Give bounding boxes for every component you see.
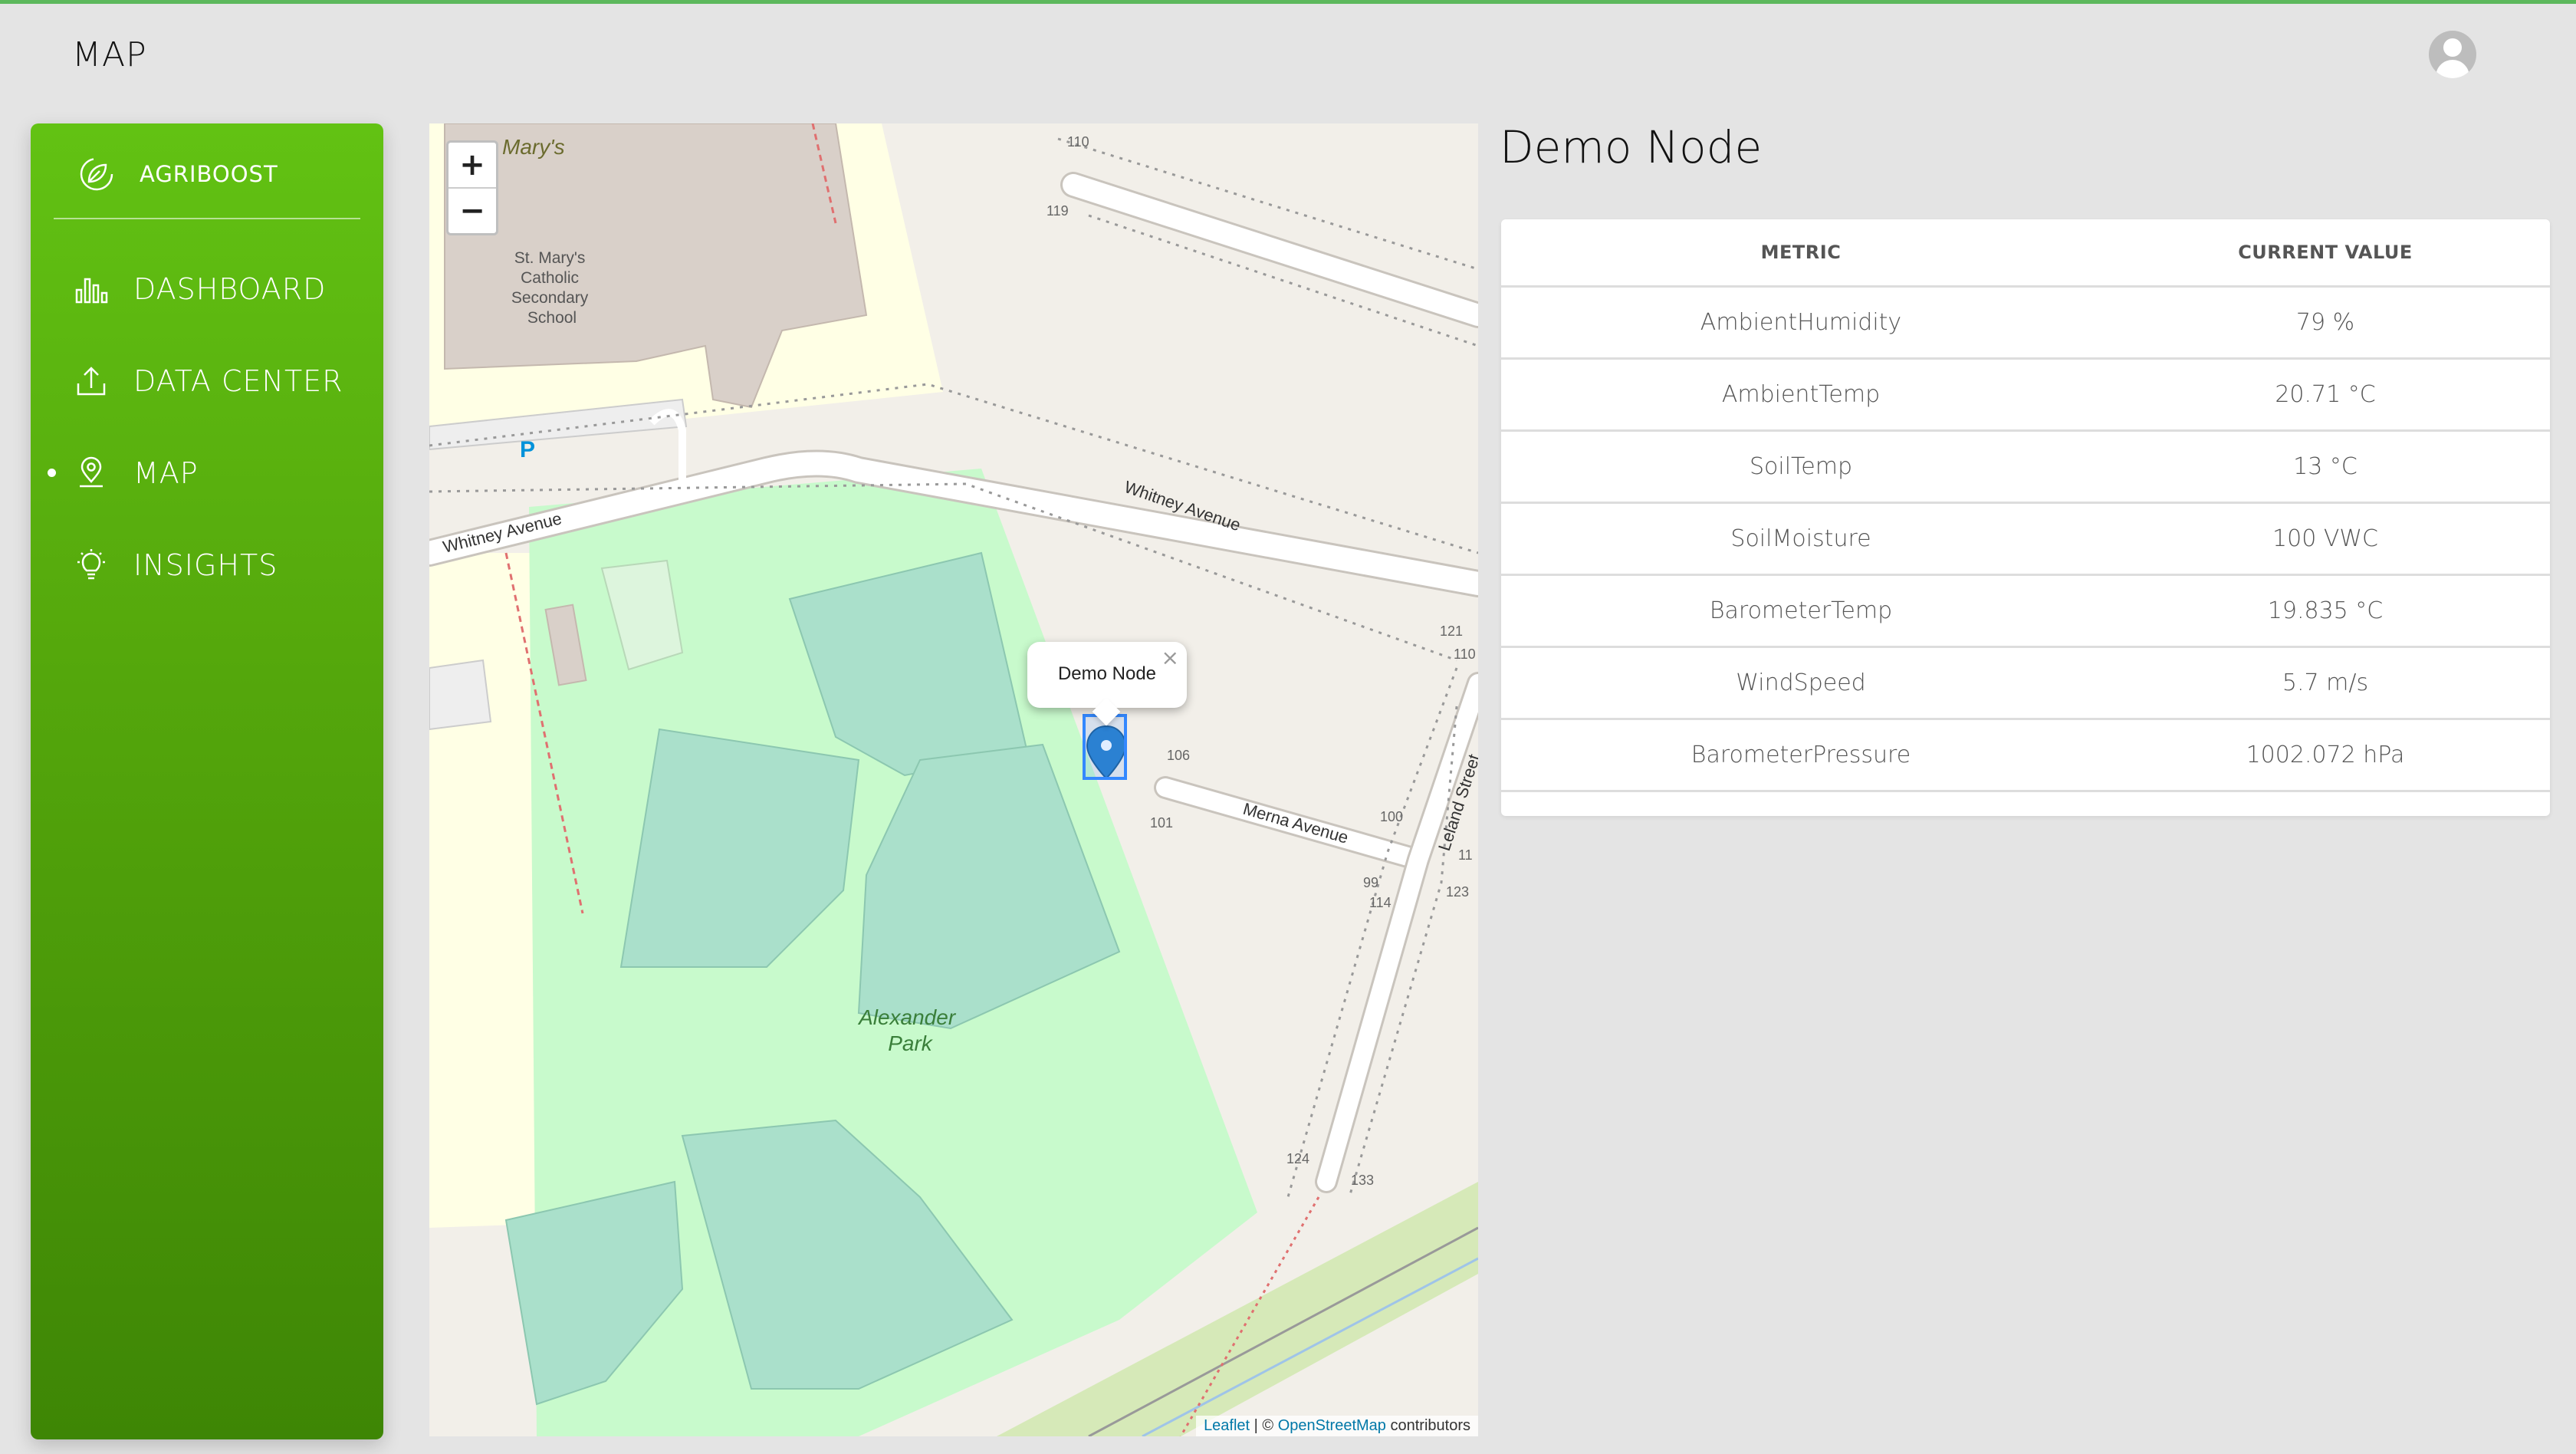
metric-name: BarometerTemp — [1501, 574, 2101, 648]
metric-name: SoilMoisture — [1501, 502, 2101, 576]
top-accent-line — [0, 0, 2576, 4]
metric-name: BarometerPressure — [1501, 719, 2101, 792]
popup-close-button[interactable]: × — [1162, 645, 1179, 670]
metrics-card: METRIC CURRENT VALUE AmbientHumidity 79 %… — [1501, 219, 2550, 816]
house-number: 110 — [1454, 646, 1476, 662]
map-pin-icon — [80, 456, 103, 488]
metric-name: AmbientTemp — [1501, 358, 2101, 432]
bar-chart-icon — [75, 278, 108, 304]
column-header-value: CURRENT VALUE — [2101, 219, 2550, 288]
map-view[interactable]: St. Mary's Catholic Secondary School Mar… — [429, 123, 1478, 1436]
house-number: 119 — [1046, 203, 1069, 219]
attribution-suffix: contributors — [1385, 1417, 1470, 1434]
metric-value: 1002.072 hPa — [2101, 719, 2550, 792]
table-row: SoilTemp 13 °C — [1501, 430, 2550, 504]
marys-label: Mary's — [502, 135, 565, 159]
metric-value: 13 °C — [2101, 430, 2550, 504]
house-number: 11 — [1458, 847, 1473, 863]
metric-name: SoilTemp — [1501, 430, 2101, 504]
attribution-separator: | © — [1250, 1417, 1278, 1434]
house-number: 133 — [1351, 1173, 1374, 1188]
brand-name: AGRIBOOST — [140, 161, 278, 187]
metric-value: 20.71 °C — [2101, 358, 2550, 432]
metric-value: 100 VWC — [2101, 502, 2550, 576]
sidebar-item-map[interactable]: MAP — [48, 450, 199, 496]
table-row: AmbientHumidity 79 % — [1501, 286, 2550, 360]
table-row: SoilMoisture 100 VWC — [1501, 502, 2550, 576]
map-attribution: Leaflet | © OpenStreetMap contributors — [1196, 1416, 1478, 1436]
active-indicator-dot — [48, 469, 56, 477]
lightbulb-icon — [77, 549, 105, 580]
map-popup: Demo Node × — [1027, 642, 1187, 726]
leaf-logo-icon — [80, 157, 113, 191]
metric-value: 79 % — [2101, 286, 2550, 360]
metric-value: 5.7 m/s — [2101, 646, 2550, 720]
table-row: BarometerTemp 19.835 °C — [1501, 574, 2550, 648]
parking-label: P — [520, 437, 535, 462]
zoom-control: + − — [446, 140, 498, 235]
avatar-body-icon — [2436, 60, 2469, 78]
metric-value: 19.835 °C — [2101, 574, 2550, 648]
avatar-head-icon — [2443, 38, 2462, 57]
map-tiles[interactable]: St. Mary's Catholic Secondary School Mar… — [429, 123, 1478, 1436]
table-header-row: METRIC CURRENT VALUE — [1501, 219, 2550, 288]
house-number: 101 — [1150, 815, 1173, 831]
user-avatar[interactable] — [2429, 31, 2476, 78]
house-number: 114 — [1369, 895, 1392, 910]
column-header-metric: METRIC — [1501, 219, 2101, 288]
house-number: 99 — [1363, 875, 1378, 890]
sidebar-item-label: DASHBOARD — [133, 272, 327, 306]
sidebar: AGRIBOOST DASHBOARD DATA CENTER MAP INSI… — [31, 123, 383, 1439]
sidebar-brand[interactable]: AGRIBOOST — [77, 151, 278, 197]
house-number: 124 — [1286, 1151, 1309, 1166]
osm-link[interactable]: OpenStreetMap — [1278, 1417, 1386, 1434]
sidebar-divider — [54, 218, 360, 219]
sidebar-item-dashboard[interactable]: DASHBOARD — [74, 266, 326, 312]
table-row: BarometerPressure 1002.072 hPa — [1501, 719, 2550, 792]
table-row: AmbientTemp 20.71 °C — [1501, 358, 2550, 432]
sidebar-item-label: INSIGHTS — [133, 548, 278, 582]
house-number: 121 — [1440, 623, 1463, 639]
sidebar-item-insights[interactable]: INSIGHTS — [74, 542, 278, 588]
metrics-table: METRIC CURRENT VALUE AmbientHumidity 79 %… — [1501, 219, 2550, 792]
metric-name: AmbientHumidity — [1501, 286, 2101, 360]
sidebar-item-label: DATA CENTER — [133, 364, 343, 398]
house-number: 106 — [1167, 748, 1190, 763]
sidebar-item-label: MAP — [133, 456, 199, 490]
metric-name: WindSpeed — [1501, 646, 2101, 720]
table-row: WindSpeed 5.7 m/s — [1501, 646, 2550, 720]
sidebar-item-data-center[interactable]: DATA CENTER — [74, 358, 343, 404]
zoom-in-button[interactable]: + — [449, 143, 496, 187]
zoom-out-button[interactable]: − — [449, 187, 496, 233]
house-number: 110 — [1067, 134, 1089, 150]
upload-icon — [77, 367, 106, 396]
node-title: Demo Node — [1500, 121, 1763, 173]
house-number: 100 — [1380, 809, 1403, 824]
house-number: 123 — [1446, 884, 1469, 900]
leaflet-link[interactable]: Leaflet — [1204, 1417, 1250, 1434]
page-title: MAP — [72, 35, 147, 74]
